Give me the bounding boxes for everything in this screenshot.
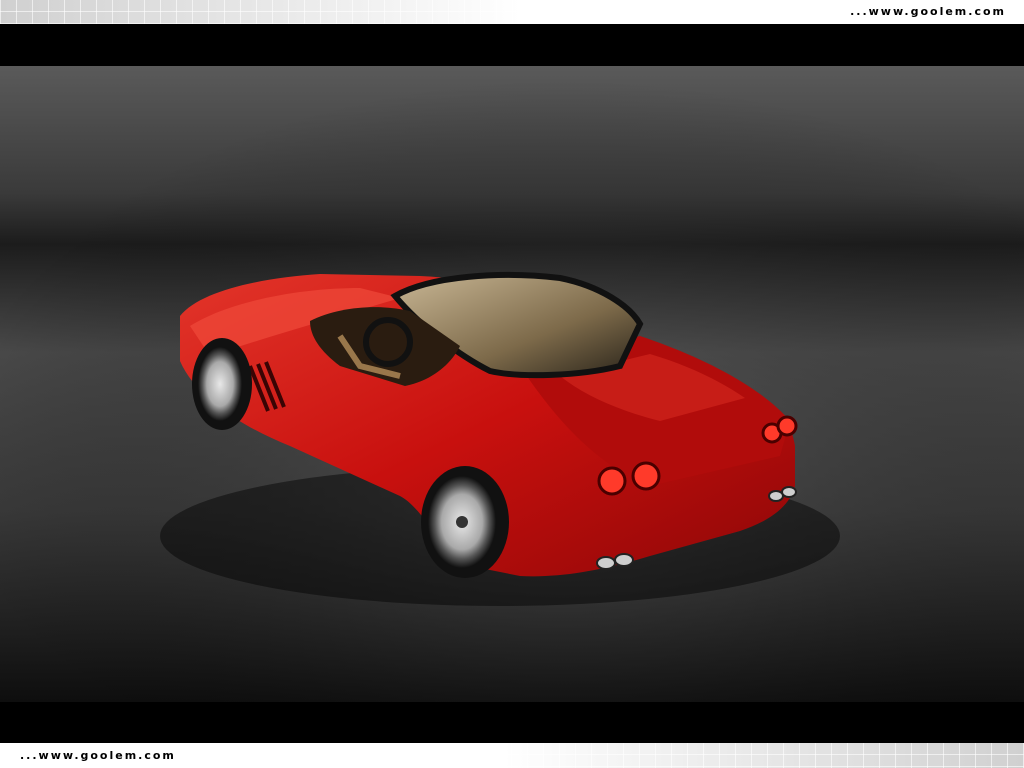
tile-pattern	[504, 743, 1024, 768]
watermark-text-top: ...www.goolem.com	[850, 5, 1006, 18]
top-watermark-strip: ...www.goolem.com	[0, 0, 1024, 24]
bottom-watermark-strip: ...www.goolem.com	[0, 743, 1024, 768]
car-photo	[0, 66, 1024, 702]
letterbox-top	[0, 24, 1024, 66]
red-convertible-sports-car-icon	[0, 66, 1024, 702]
tile-pattern	[0, 0, 520, 24]
watermark-text-bottom: ...www.goolem.com	[20, 749, 176, 762]
letterbox-bottom	[0, 702, 1024, 743]
